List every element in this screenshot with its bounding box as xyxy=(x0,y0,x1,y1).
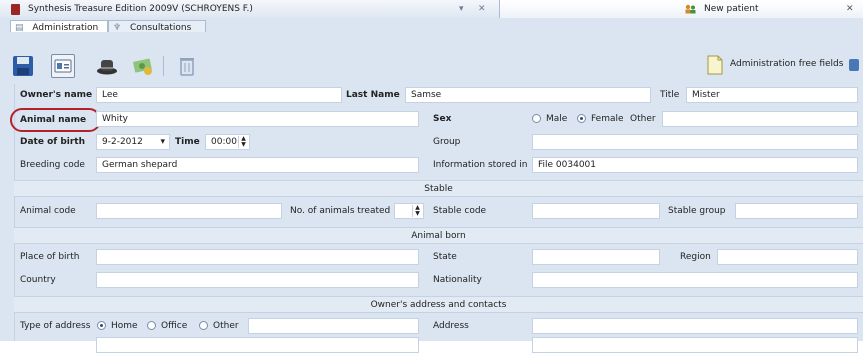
address-type-other-field[interactable] xyxy=(248,318,419,334)
partial-row-field-2[interactable] xyxy=(532,337,858,353)
money-icon xyxy=(133,58,152,75)
tab-new-patient[interactable]: New patient ✕ xyxy=(500,0,863,18)
sex-female-radio[interactable] xyxy=(577,114,586,123)
address-office-label: Office xyxy=(161,321,188,331)
stable-group-label: Stable group xyxy=(668,206,726,216)
information-stored-field[interactable]: File 0034001 xyxy=(532,157,858,173)
stable-code-field[interactable] xyxy=(532,203,660,219)
sex-other-label: Other xyxy=(630,114,656,124)
time-value: 00:00 xyxy=(211,137,237,147)
spinner-icon[interactable]: ▲ ▼ xyxy=(238,136,248,148)
last-name-field[interactable]: Samse xyxy=(405,87,651,103)
animals-treated-spinner[interactable]: ▲ ▼ xyxy=(394,203,424,219)
title-field[interactable]: Mister xyxy=(686,87,858,103)
animal-name-label: Animal name xyxy=(20,115,87,125)
date-of-birth-picker[interactable]: 9-2-2012 ▾ xyxy=(96,134,170,150)
address-other-radio[interactable] xyxy=(199,321,208,330)
sex-label: Sex xyxy=(433,114,452,124)
animal-code-label: Animal code xyxy=(20,206,76,216)
sex-other-field[interactable] xyxy=(662,111,858,127)
owners-name-label: Owner's name xyxy=(20,90,93,100)
tab-synthesis[interactable]: Synthesis Treasure Edition 2009V (SCHROY… xyxy=(0,0,500,18)
address-home-label: Home xyxy=(111,321,138,331)
country-label: Country xyxy=(20,275,56,285)
spinner-icon[interactable]: ▲ ▼ xyxy=(412,205,422,217)
address-field[interactable] xyxy=(532,318,858,334)
state-label: State xyxy=(433,252,457,262)
toolbar: Administration free fields xyxy=(0,32,863,84)
partial-row-field[interactable] xyxy=(96,337,419,353)
time-spinner[interactable]: 00:00 ▲ ▼ xyxy=(205,134,250,150)
title-label: Title xyxy=(660,90,680,100)
animal-code-field[interactable] xyxy=(96,203,282,219)
stable-section-header: Stable xyxy=(14,180,863,197)
address-home-radio[interactable] xyxy=(97,321,106,330)
place-of-birth-label: Place of birth xyxy=(20,252,80,262)
sex-male-radio[interactable] xyxy=(532,114,541,123)
address-section-header: Owner's address and contacts xyxy=(14,296,863,313)
group-label: Group xyxy=(433,137,461,147)
date-of-birth-value: 9-2-2012 xyxy=(102,137,143,147)
window-close-icon[interactable]: ✕ xyxy=(846,0,854,18)
date-of-birth-label: Date of birth xyxy=(20,137,85,147)
hat-button[interactable] xyxy=(95,54,119,78)
region-field[interactable] xyxy=(717,249,858,265)
nationality-field[interactable] xyxy=(532,272,858,288)
owners-name-field[interactable]: Lee xyxy=(96,87,342,103)
time-label: Time xyxy=(175,137,200,147)
animal-name-field[interactable]: Whity xyxy=(96,111,419,127)
id-card-icon xyxy=(54,59,72,73)
address-other-label: Other xyxy=(213,321,239,331)
tab-dropdown-icon[interactable]: ▾ xyxy=(459,0,464,18)
card-view-button[interactable] xyxy=(51,54,75,78)
stable-group-field[interactable] xyxy=(735,203,858,219)
information-stored-label: Information stored in xyxy=(433,160,528,170)
breeding-code-label: Breeding code xyxy=(20,160,85,170)
toolbar-separator xyxy=(163,56,164,76)
state-field[interactable] xyxy=(532,249,660,265)
breeding-code-field[interactable]: German shepard xyxy=(96,157,419,173)
save-button[interactable] xyxy=(11,54,35,78)
sex-male-label: Male xyxy=(546,114,568,124)
region-label: Region xyxy=(680,252,711,262)
free-fields-label: Administration free fields xyxy=(730,59,844,69)
group-field[interactable] xyxy=(532,134,858,150)
address-label: Address xyxy=(433,321,469,331)
info-icon[interactable] xyxy=(849,59,859,71)
tab-synthesis-title: Synthesis Treasure Edition 2009V (SCHROY… xyxy=(28,4,253,14)
animals-treated-label: No. of animals treated xyxy=(290,206,391,216)
delete-button[interactable] xyxy=(175,54,199,78)
country-field[interactable] xyxy=(96,272,419,288)
place-of-birth-field[interactable] xyxy=(96,249,419,265)
chevron-down-icon[interactable]: ▾ xyxy=(160,135,165,149)
tab-new-patient-title: New patient xyxy=(704,4,759,14)
hat-icon xyxy=(97,60,117,75)
tab-close-icon[interactable]: ✕ xyxy=(478,0,486,18)
free-fields-button[interactable]: Administration free fields xyxy=(706,54,844,76)
money-button[interactable] xyxy=(131,54,155,78)
nationality-label: Nationality xyxy=(433,275,482,285)
address-office-radio[interactable] xyxy=(147,321,156,330)
animal-born-section-header: Animal born xyxy=(14,227,863,244)
book-icon xyxy=(11,4,20,15)
trash-icon xyxy=(180,58,194,76)
patient-icon xyxy=(685,4,696,14)
stable-code-label: Stable code xyxy=(433,206,487,216)
document-icon xyxy=(707,55,723,75)
type-of-address-label: Type of address xyxy=(20,321,91,331)
save-icon xyxy=(13,56,33,76)
last-name-label: Last Name xyxy=(346,90,400,100)
sex-female-label: Female xyxy=(591,114,624,124)
